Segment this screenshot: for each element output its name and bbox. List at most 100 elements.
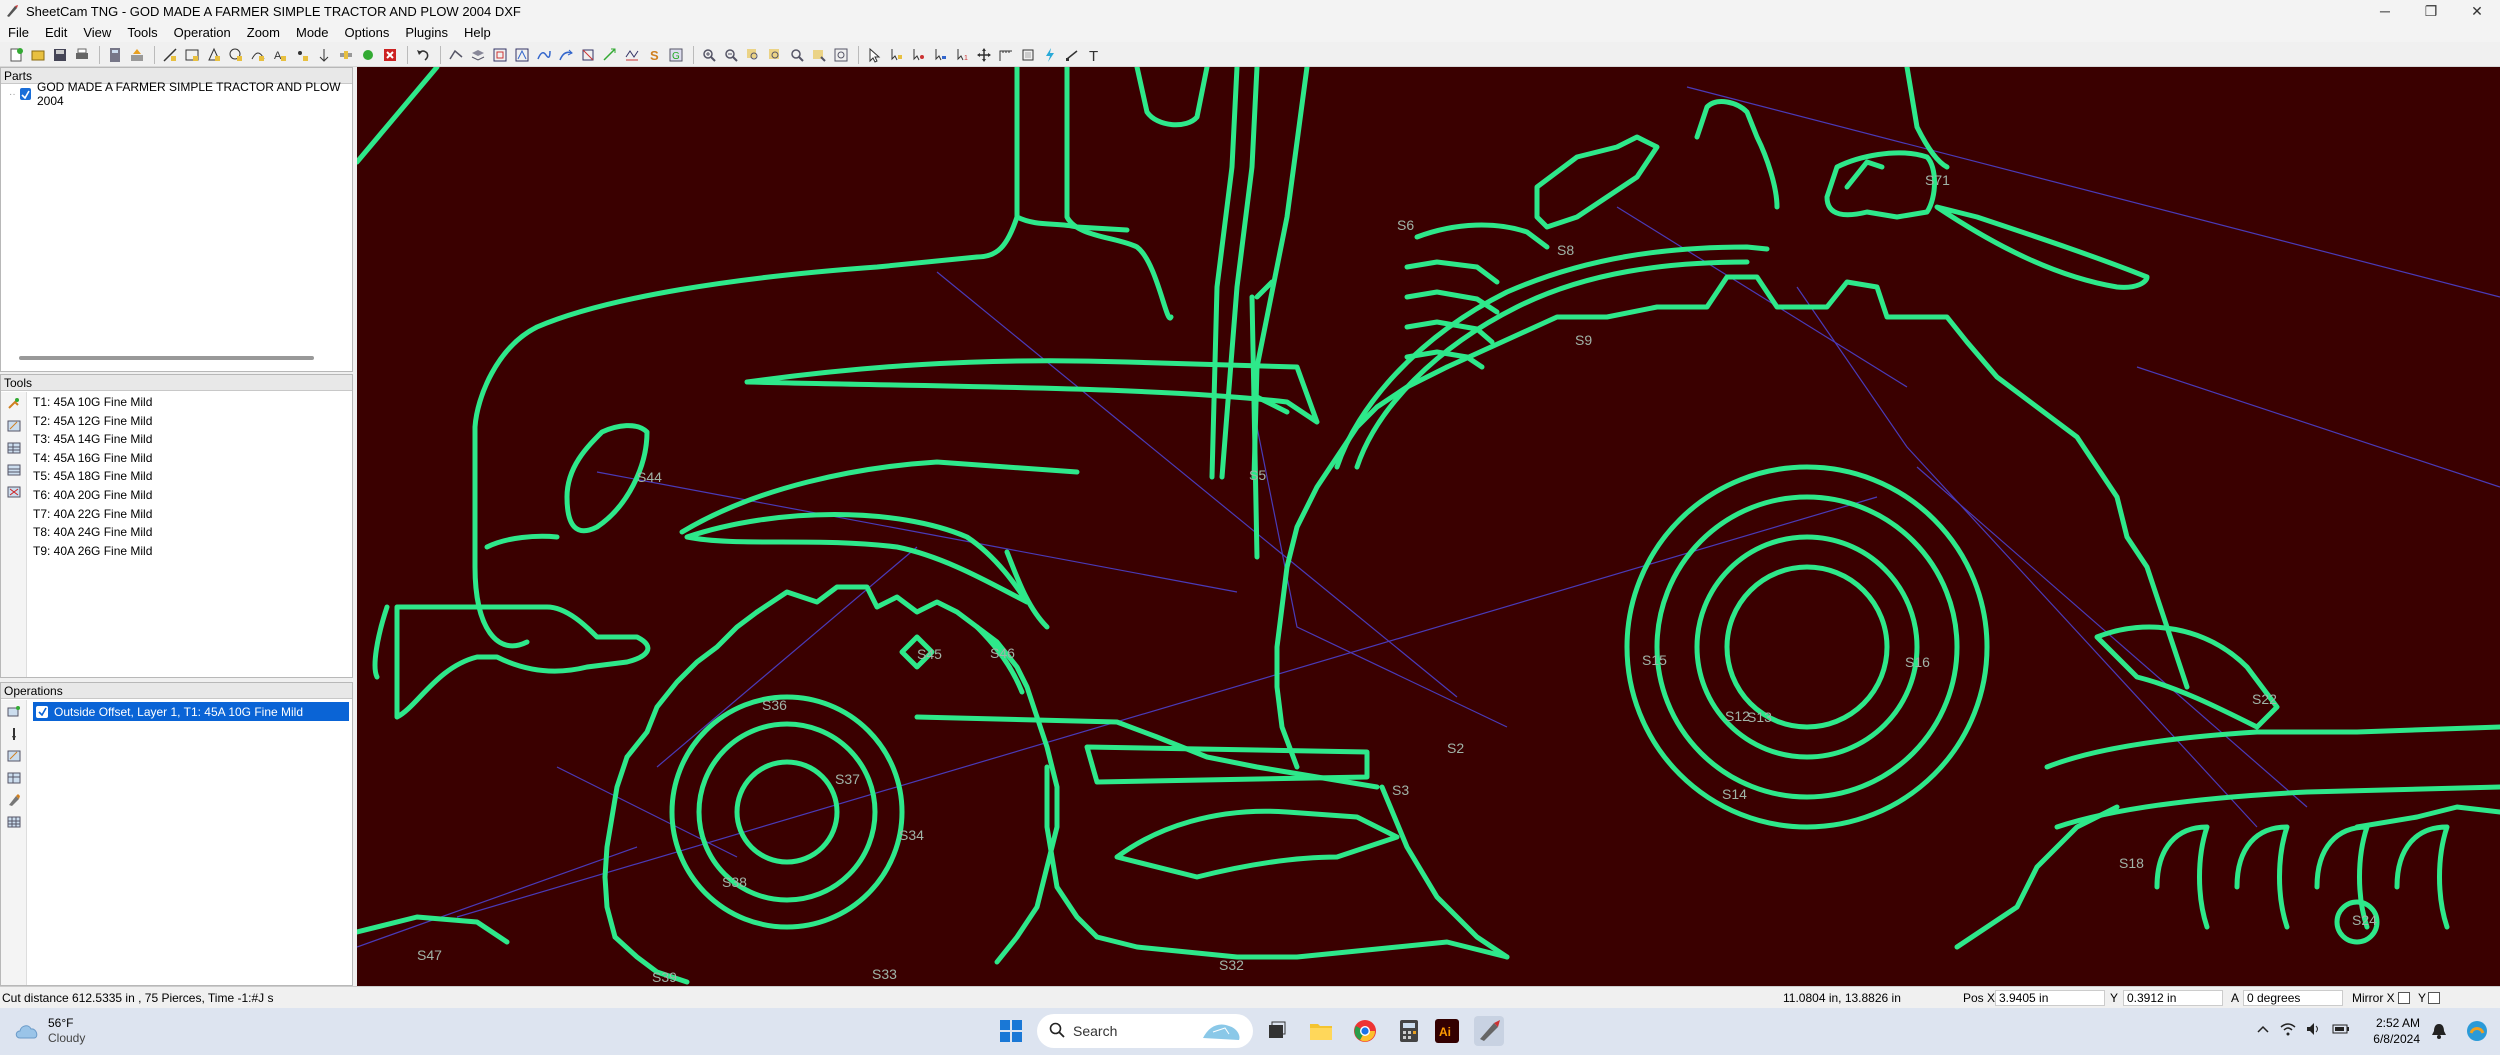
edit-operation-icon[interactable] (4, 746, 24, 766)
measure-icon[interactable] (996, 45, 1016, 65)
taskbar-search[interactable]: Search (1037, 1014, 1253, 1048)
tool-item[interactable]: T5: 45A 18G Fine Mild (33, 467, 152, 486)
delete-tool-icon[interactable] (4, 482, 24, 502)
new-tool-icon[interactable] (4, 394, 24, 414)
notification-bell-icon[interactable] (2424, 1016, 2454, 1046)
tool-item[interactable]: T7: 40A 22G Fine Mild (33, 505, 152, 524)
zoom-window-icon[interactable] (743, 45, 763, 65)
menu-view[interactable]: View (75, 25, 119, 40)
zoom-selection-icon[interactable] (809, 45, 829, 65)
copilot-icon[interactable] (2462, 1016, 2492, 1046)
pos-x-field[interactable]: 3.9405 in (1995, 990, 2105, 1006)
show-outlines-icon[interactable] (490, 45, 510, 65)
zoom-in-icon[interactable] (699, 45, 719, 65)
drill-operation-icon[interactable] (4, 724, 24, 744)
open-job-icon[interactable] (28, 45, 48, 65)
tool-item[interactable]: T3: 45A 14G Fine Mild (33, 430, 152, 449)
draw-rectangle-icon[interactable] (182, 45, 202, 65)
post-process-icon[interactable] (127, 45, 147, 65)
move-mode-icon[interactable] (974, 45, 994, 65)
tab-icon[interactable] (336, 45, 356, 65)
menu-help[interactable]: Help (456, 25, 499, 40)
operation-list-icon[interactable] (4, 812, 24, 832)
new-operation-icon[interactable] (4, 702, 24, 722)
battery-icon[interactable] (2332, 1022, 2350, 1039)
order-mode-icon[interactable]: 1 (952, 45, 972, 65)
calculator-icon[interactable] (105, 45, 125, 65)
mirror-y-checkbox[interactable] (2428, 992, 2440, 1004)
show-rapid-moves-icon[interactable] (600, 45, 620, 65)
maximize-button[interactable]: ❐ (2408, 0, 2454, 22)
show-path-icon[interactable] (512, 45, 532, 65)
volume-icon[interactable] (2306, 1022, 2322, 1039)
draw-arc-icon[interactable] (248, 45, 268, 65)
draw-point-icon[interactable] (292, 45, 312, 65)
new-job-icon[interactable] (6, 45, 26, 65)
tool-item[interactable]: T9: 40A 26G Fine Mild (33, 542, 152, 561)
drill-icon[interactable] (314, 45, 334, 65)
zoom-out-icon[interactable] (721, 45, 741, 65)
show-gcode-icon[interactable]: G (666, 45, 686, 65)
tool-item[interactable]: T6: 40A 20G Fine Mild (33, 486, 152, 505)
pos-y-field[interactable]: 0.3912 in (2123, 990, 2223, 1006)
chrome-icon[interactable] (1350, 1016, 1380, 1046)
file-explorer-icon[interactable] (1306, 1016, 1336, 1046)
node-edit-icon[interactable] (886, 45, 906, 65)
engrave-operation-icon[interactable] (4, 790, 24, 810)
draw-circle-icon[interactable] (226, 45, 246, 65)
show-leadin-icon[interactable] (578, 45, 598, 65)
part-checkbox[interactable] (19, 88, 31, 100)
line-tool-icon[interactable] (1062, 45, 1082, 65)
menu-zoom[interactable]: Zoom (239, 25, 288, 40)
zoom-extents-icon[interactable] (765, 45, 785, 65)
layers-icon[interactable] (468, 45, 488, 65)
tool-item[interactable]: T2: 45A 12G Fine Mild (33, 412, 152, 431)
show-script-icon[interactable]: S (644, 45, 664, 65)
tool-item[interactable]: T4: 45A 16G Fine Mild (33, 449, 152, 468)
undo-icon[interactable] (413, 45, 433, 65)
calculator-app-icon[interactable] (1394, 1016, 1424, 1046)
draw-text-icon[interactable]: A (270, 45, 290, 65)
zoom-part-icon[interactable] (831, 45, 851, 65)
tool-table-icon[interactable] (4, 438, 24, 458)
drawing-canvas[interactable]: S6 S8 S9 S71 S44 S45 S46 S36 S37 S34 S38… (357, 67, 2500, 986)
start-point-icon[interactable] (358, 45, 378, 65)
operation-checkbox[interactable] (36, 705, 48, 718)
system-clock[interactable]: 2:52 AM 6/8/2024 (2373, 1015, 2420, 1047)
plugin-lightning-icon[interactable] (1040, 45, 1060, 65)
draw-polygon-icon[interactable] (204, 45, 224, 65)
show-offsets-icon[interactable] (622, 45, 642, 65)
start-point-mode-icon[interactable] (908, 45, 928, 65)
parts-horizontal-scrollbar[interactable] (19, 356, 314, 360)
mirror-x-checkbox[interactable] (2398, 992, 2410, 1004)
windows-start-icon[interactable] (996, 1016, 1026, 1046)
menu-edit[interactable]: Edit (37, 25, 75, 40)
operation-table-icon[interactable] (4, 768, 24, 788)
edit-tool-icon[interactable] (4, 416, 24, 436)
task-view-icon[interactable] (1262, 1016, 1292, 1046)
tool-list-icon[interactable] (4, 460, 24, 480)
menu-file[interactable]: File (0, 25, 37, 40)
show-toolpath-icon[interactable] (534, 45, 554, 65)
show-direction-icon[interactable] (556, 45, 576, 65)
show-rapids-icon[interactable] (446, 45, 466, 65)
sheetcam-taskbar-icon[interactable] (1474, 1016, 1504, 1046)
menu-options[interactable]: Options (337, 25, 398, 40)
zoom-fit-icon[interactable] (787, 45, 807, 65)
chevron-up-icon[interactable] (2256, 1022, 2270, 1039)
menu-operation[interactable]: Operation (166, 25, 239, 40)
text-tool-icon[interactable]: T (1084, 45, 1104, 65)
part-tree-item[interactable]: ·· GOD MADE A FARMER SIMPLE TRACTOR AND … (1, 80, 352, 108)
operation-item[interactable]: Outside Offset, Layer 1, T1: 45A 10G Fin… (33, 702, 349, 721)
print-icon[interactable] (72, 45, 92, 65)
illustrator-icon[interactable]: Ai (1432, 1016, 1462, 1046)
tool-item[interactable]: T1: 45A 10G Fine Mild (33, 393, 152, 412)
tool-item[interactable]: T8: 40A 24G Fine Mild (33, 523, 152, 542)
tab-mode-icon[interactable] (930, 45, 950, 65)
angle-field[interactable]: 0 degrees (2243, 990, 2343, 1006)
select-mode-icon[interactable] (864, 45, 884, 65)
wifi-icon[interactable] (2280, 1022, 2296, 1039)
delete-icon[interactable] (380, 45, 400, 65)
close-button[interactable]: ✕ (2454, 0, 2500, 22)
weather-widget[interactable]: 56°F Cloudy (14, 1016, 85, 1046)
